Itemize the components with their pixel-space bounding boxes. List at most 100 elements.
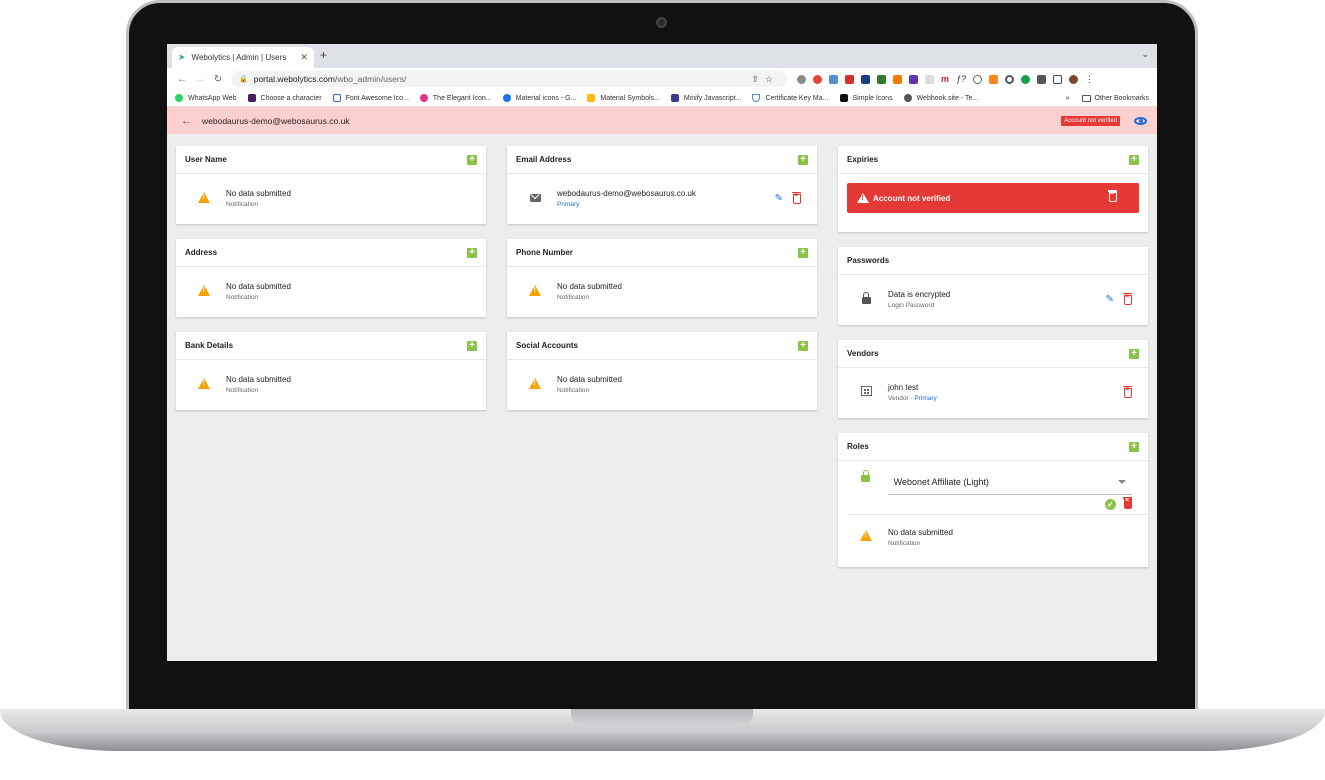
bookmark-item[interactable]: Font Awesome Ico... [332, 94, 409, 102]
add-expiry-button[interactable]: + [1129, 154, 1139, 165]
extension-icon[interactable]: m [941, 74, 949, 84]
card-title: Bank Details [185, 341, 234, 350]
reload-icon[interactable]: ↻ [209, 74, 227, 85]
share-star-icons[interactable]: ⇧☆ [751, 74, 779, 85]
edit-pencil-icon[interactable]: ✎ [1106, 294, 1114, 305]
add-address-button[interactable]: + [467, 247, 477, 258]
role-select[interactable]: Webonet Affiliate (Light) [887, 469, 1132, 495]
new-tab-icon[interactable]: + [320, 48, 327, 62]
item-actions [1123, 385, 1132, 398]
card-expiries: Expiries + Account not verified [838, 146, 1148, 232]
role-select-value: Webonet Affiliate (Light) [893, 476, 989, 487]
extension-icon[interactable] [877, 74, 886, 84]
user-header: ← webodaurus-demo@webosaurus.co.uk Accou… [167, 107, 1157, 134]
tab-search-icon[interactable]: ⌄ [1141, 49, 1149, 60]
bookmark-item[interactable]: Simple Icons [839, 94, 893, 102]
extensions-bar: m ƒ? ⋮ [797, 74, 1101, 85]
forward-nav-icon[interactable]: → [191, 74, 209, 85]
screen: ➤ Webolytics | Admin | Users ✕ + ⌄ ← → ↻… [167, 44, 1157, 661]
add-user-name-button[interactable]: + [467, 154, 477, 165]
lock-open-icon [858, 470, 874, 485]
url-path: /wbo_admin/users/ [334, 74, 407, 84]
extension-icon[interactable] [893, 74, 902, 84]
minify-icon [670, 94, 679, 102]
extension-icon[interactable] [909, 74, 918, 84]
site-favicon-icon: ➤ [178, 52, 186, 62]
item-main: webodaurus-demo@webosaurus.co.uk [557, 189, 696, 198]
bookmark-label: Webhook.site - Te... [916, 94, 979, 102]
bookmark-label: Material Symbols... [600, 94, 660, 102]
item-main: No data submitted [226, 282, 291, 291]
bookmark-label: Minify Javascript... [683, 94, 742, 102]
metamask-icon[interactable] [989, 74, 999, 84]
material-icon [502, 94, 511, 102]
eye-icon[interactable] [1134, 116, 1147, 125]
bookmark-item[interactable]: Minify Javascript... [670, 94, 742, 102]
secure-lock-icon: 🔒 [239, 76, 248, 83]
extension-icon[interactable] [1005, 74, 1015, 84]
bookmark-item[interactable]: The Elegant Icon... [419, 94, 492, 102]
browser-tabbar: ➤ Webolytics | Admin | Users ✕ + ⌄ [167, 44, 1157, 68]
bookmark-item[interactable]: WhatsApp Web [175, 94, 237, 102]
bookmark-item[interactable]: Material Symbols... [587, 94, 660, 102]
bookmark-item[interactable]: Material icons - G... [502, 94, 576, 102]
other-bookmarks[interactable]: Other Bookmarks [1095, 95, 1149, 102]
more-bookmarks-icon[interactable]: » [1066, 95, 1070, 102]
sidepanel-icon[interactable] [1053, 74, 1063, 84]
delete-trash-icon[interactable] [1123, 292, 1132, 305]
extension-icon[interactable] [1021, 74, 1031, 84]
extension-icon[interactable] [829, 74, 838, 84]
warning-icon [527, 284, 543, 299]
extension-icon[interactable] [797, 74, 806, 84]
add-social-button[interactable]: + [798, 340, 808, 351]
card-vendors: Vendors + john test Vendor - Primary [838, 340, 1148, 418]
card-phone-number: Phone Number + No data submitted Notificat… [507, 239, 817, 317]
role-actions: ✓ [848, 495, 1148, 515]
bookmark-label: Certificate Key Ma... [765, 94, 829, 102]
add-bank-details-button[interactable]: + [467, 340, 477, 351]
add-email-button[interactable]: + [798, 154, 808, 165]
extension-icon[interactable] [813, 74, 822, 84]
add-role-button[interactable]: + [1129, 441, 1139, 452]
card-title: Expiries [847, 155, 879, 164]
symbols-icon [587, 94, 596, 102]
edit-pencil-icon[interactable]: ✎ [775, 193, 783, 204]
extension-icon[interactable] [861, 74, 870, 84]
primary-label: Primary [557, 201, 580, 208]
add-vendor-button[interactable]: + [1129, 348, 1139, 359]
card-header: Vendors + [838, 340, 1148, 368]
extension-icon[interactable]: ƒ? [956, 74, 966, 84]
menu-icon[interactable]: ⋮ [1085, 74, 1094, 85]
bookmark-label: Font Awesome Ico... [345, 94, 409, 102]
list-item: No data submitted Notification [176, 174, 486, 223]
delete-trash-icon[interactable] [1108, 190, 1117, 202]
bookmark-item[interactable]: Certificate Key Ma... [752, 94, 829, 102]
bookmarks-bar: WhatsApp Web Choose a character Font Awe… [167, 90, 1157, 107]
extension-icon[interactable] [973, 74, 983, 84]
delete-trash-icon[interactable] [1123, 497, 1132, 509]
bookmarks-right: » Other Bookmarks [1066, 94, 1149, 102]
bookmark-item[interactable]: Choose a character [247, 94, 322, 102]
confirm-check-icon[interactable]: ✓ [1105, 499, 1116, 510]
extension-icon[interactable] [845, 74, 854, 84]
card-title: User Name [185, 155, 227, 164]
card-header: Bank Details + [176, 332, 486, 360]
close-tab-icon[interactable]: ✕ [300, 52, 308, 63]
alert-text: Account not verified [873, 193, 951, 203]
browser-tab[interactable]: ➤ Webolytics | Admin | Users ✕ [172, 47, 314, 68]
back-arrow-icon[interactable]: ← [181, 115, 192, 127]
profile-avatar[interactable] [1069, 74, 1079, 84]
extension-icon[interactable] [925, 74, 934, 84]
back-nav-icon[interactable]: ← [173, 74, 191, 85]
list-item: No data submitted Notification [507, 360, 817, 409]
card-header: Passwords [838, 247, 1148, 275]
puzzle-icon[interactable] [1037, 74, 1047, 84]
delete-trash-icon[interactable] [1123, 385, 1132, 398]
list-item: No data submitted Notification [838, 515, 1148, 559]
bookmark-item[interactable]: Webhook.site - Te... [903, 94, 979, 102]
item-main: Data is encrypted [888, 290, 951, 299]
address-bar[interactable]: 🔒 portal.webolytics.com /wbo_admin/users… [231, 71, 787, 87]
list-item: Data is encrypted Login Password ✎ [838, 275, 1148, 324]
add-phone-button[interactable]: + [798, 247, 808, 258]
delete-trash-icon[interactable] [792, 191, 801, 204]
